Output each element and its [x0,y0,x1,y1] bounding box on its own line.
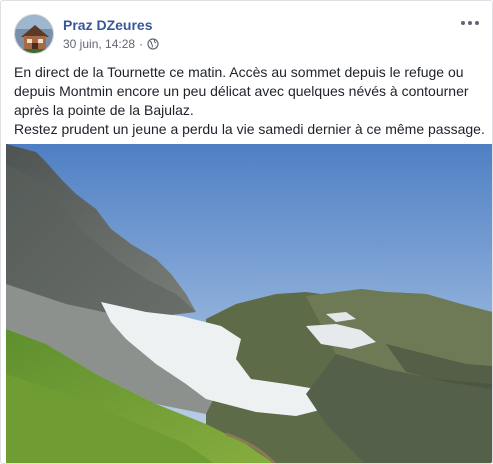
post-text-line: depuis Montmin encore un peu délicat ave… [14,83,469,99]
post-photo[interactable] [6,144,492,463]
facebook-post: Praz DZeures 30 juin, 14:28 · En direct … [0,0,493,464]
post-timestamp-link[interactable]: 30 juin, 14:28 [63,37,135,51]
post-message: En direct de la Tournette ce matin. Accè… [14,63,486,139]
post-text-line: En direct de la Tournette ce matin. Accè… [14,64,464,80]
globe-icon[interactable] [147,38,159,50]
author-avatar[interactable] [14,14,54,54]
post-header: Praz DZeures 30 juin, 14:28 · [1,1,492,61]
more-options-icon[interactable] [458,13,482,33]
author-name-link[interactable]: Praz DZeures [63,17,152,33]
post-text-line: après la pointe de la Bajulaz. [14,102,194,118]
post-text-line: Restez prudent un jeune a perdu la vie s… [14,121,485,137]
meta-separator: · [139,37,144,51]
post-meta: 30 juin, 14:28 · [63,37,159,51]
